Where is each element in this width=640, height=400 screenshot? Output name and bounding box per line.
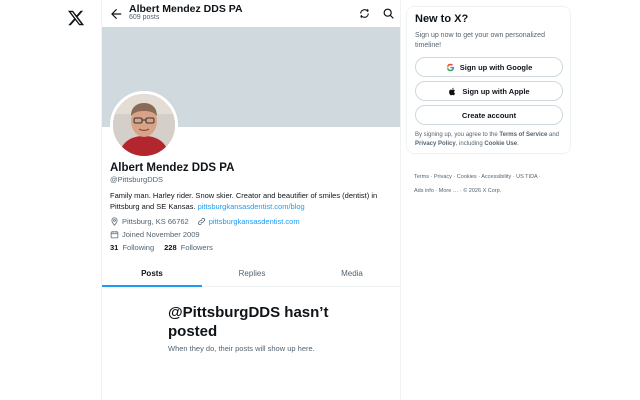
privacy-policy-link[interactable]: Privacy Policy — [415, 141, 456, 147]
footer-copyright: © 2026 X Corp. — [463, 188, 502, 194]
bio-link[interactable]: pittsburgkansasdentist.com/blog — [198, 202, 305, 211]
signup-terms: By signing up, you agree to the Terms of… — [415, 131, 567, 148]
website-item: pittsburgkansasdentist.com — [197, 217, 300, 226]
signup-card: New to X? Sign up now to get your own pe… — [406, 6, 571, 154]
follow-stats: 31 Following 228 Followers — [110, 243, 223, 252]
followers-link[interactable]: 228 Followers — [164, 243, 213, 252]
tab-replies-label: Replies — [238, 268, 266, 278]
profile-tabs: Posts Replies Media — [102, 260, 400, 287]
signup-subtitle: Sign up now to get your own personalized… — [415, 32, 545, 49]
left-nav — [0, 0, 101, 400]
avatar[interactable] — [110, 91, 178, 159]
signup-title: New to X? — [415, 13, 469, 25]
following-link[interactable]: 31 Following — [110, 243, 154, 252]
followers-count: 228 — [164, 243, 177, 252]
following-count: 31 — [110, 243, 119, 252]
followers-label: Followers — [180, 243, 213, 252]
location-text: Pittsburg, KS 66762 — [122, 216, 189, 226]
footer-line-2: Ads info · More … · © 2026 X Corp. — [414, 188, 502, 194]
signup-google-label: Sign up with Google — [459, 62, 533, 72]
cookie-use-link[interactable]: Cookie Use — [484, 141, 517, 147]
tab-posts[interactable]: Posts — [102, 260, 202, 287]
refresh-icon[interactable] — [358, 7, 371, 20]
avatar-photo — [113, 94, 175, 156]
profile-bio: Family man. Harley rider. Snow skier. Cr… — [110, 190, 395, 212]
apple-icon — [449, 87, 456, 95]
profile-meta-row: Pittsburg, KS 66762 pittsburgkansasdenti… — [110, 215, 308, 227]
arrow-left-icon[interactable] — [109, 7, 123, 21]
empty-state-subtitle: When they do, their posts will show up h… — [168, 344, 315, 353]
terms-of-service-link[interactable]: Terms of Service — [499, 132, 547, 138]
create-account-button[interactable]: Create account — [415, 105, 563, 125]
terms-including: , including — [455, 140, 483, 147]
joined-text: Joined November 2009 — [122, 229, 200, 239]
website-link[interactable]: pittsburgkansasdentist.com — [209, 217, 300, 226]
joined-row: Joined November 2009 — [110, 228, 208, 240]
footer-link[interactable]: Privacy — [434, 174, 452, 180]
terms-end: . — [517, 140, 519, 147]
footer-link[interactable]: Cookies — [457, 174, 477, 180]
empty-state-title: @PittsburgDDS hasn’t posted — [168, 304, 329, 340]
footer-link[interactable]: Terms — [414, 174, 429, 180]
footer-link[interactable]: More … — [439, 188, 459, 194]
profile-handle: @PittsburgDDS — [110, 175, 164, 184]
profile-header-bar: Albert Mendez DDS PA 609 posts — [102, 0, 400, 27]
terms-prefix: By signing up, you agree to the — [415, 132, 498, 138]
footer-link[interactable]: Accessibility — [481, 174, 511, 180]
signup-apple-label: Sign up with Apple — [462, 86, 530, 96]
profile-name: Albert Mendez DDS PA — [110, 162, 235, 174]
link-icon — [197, 217, 205, 225]
following-label: Following — [122, 243, 155, 252]
signup-google-button[interactable]: Sign up with Google — [415, 57, 563, 77]
footer-line-1: Terms · Privacy · Cookies · Accessibilit… — [414, 174, 541, 180]
search-icon[interactable] — [382, 7, 395, 20]
header-posts-count: 609 posts — [129, 14, 160, 21]
profile-column: Albert Mendez DDS PA 609 posts Albert Me… — [101, 0, 401, 400]
tab-media[interactable]: Media — [302, 260, 400, 286]
signup-apple-button[interactable]: Sign up with Apple — [415, 81, 563, 101]
location-item: Pittsburg, KS 66762 — [110, 217, 189, 226]
active-tab-indicator — [102, 285, 202, 287]
create-account-label: Create account — [461, 110, 517, 120]
x-logo-icon[interactable] — [67, 9, 85, 27]
google-icon — [446, 63, 454, 71]
joined-item: Joined November 2009 — [110, 230, 200, 239]
calendar-icon — [110, 230, 119, 238]
footer-links: Terms · Privacy · Cookies · Accessibilit… — [414, 170, 574, 198]
tab-media-label: Media — [341, 268, 363, 278]
footer-link[interactable]: US TIDA — [516, 174, 537, 180]
footer-link[interactable]: Ads info — [414, 188, 434, 194]
tab-replies[interactable]: Replies — [202, 260, 302, 286]
terms-and: and — [549, 132, 560, 138]
location-pin-icon — [111, 216, 118, 226]
tab-posts-label: Posts — [141, 268, 163, 278]
